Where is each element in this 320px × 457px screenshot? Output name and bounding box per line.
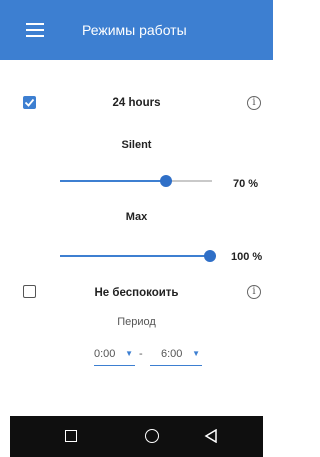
page-title: Режимы работы <box>82 22 187 38</box>
square-icon[interactable] <box>65 430 77 442</box>
mode-24h-info-icon[interactable]: i <box>247 96 261 110</box>
max-value: 100 % <box>231 251 263 263</box>
silent-label: Silent <box>121 139 152 151</box>
max-slider-fill <box>60 255 210 257</box>
silent-slider[interactable] <box>60 175 212 187</box>
chevron-down-icon: ▼ <box>192 349 200 358</box>
triangle-back-icon[interactable] <box>204 429 218 443</box>
silent-slider-thumb[interactable] <box>160 175 173 187</box>
max-label: Max <box>125 211 148 223</box>
hamburger-menu-icon[interactable] <box>26 23 44 37</box>
silent-slider-fill <box>60 180 167 182</box>
silent-value: 70 % <box>233 178 259 190</box>
period-from-select[interactable]: 0:00 ▼ <box>94 346 135 366</box>
period-to-value: 6:00 <box>161 348 183 360</box>
period-to-select[interactable]: 6:00 ▼ <box>150 346 202 366</box>
period-separator: - <box>139 348 143 360</box>
app-bar: Режимы работы <box>0 0 273 60</box>
chevron-down-icon: ▼ <box>125 349 133 358</box>
max-slider-thumb[interactable] <box>204 250 216 262</box>
max-slider[interactable] <box>60 250 216 262</box>
period-from-value: 0:00 <box>94 348 116 360</box>
mode-24h-title: 24 hours <box>112 97 161 109</box>
period-label: Период <box>117 316 156 328</box>
do-not-disturb-info-icon[interactable]: i <box>247 285 261 299</box>
system-navigation-bar <box>10 416 263 457</box>
do-not-disturb-title: Не беспокоить <box>94 287 179 299</box>
screen: { "app_bar": { "title": "Режимы работы",… <box>0 0 273 457</box>
circle-icon[interactable] <box>145 429 159 443</box>
